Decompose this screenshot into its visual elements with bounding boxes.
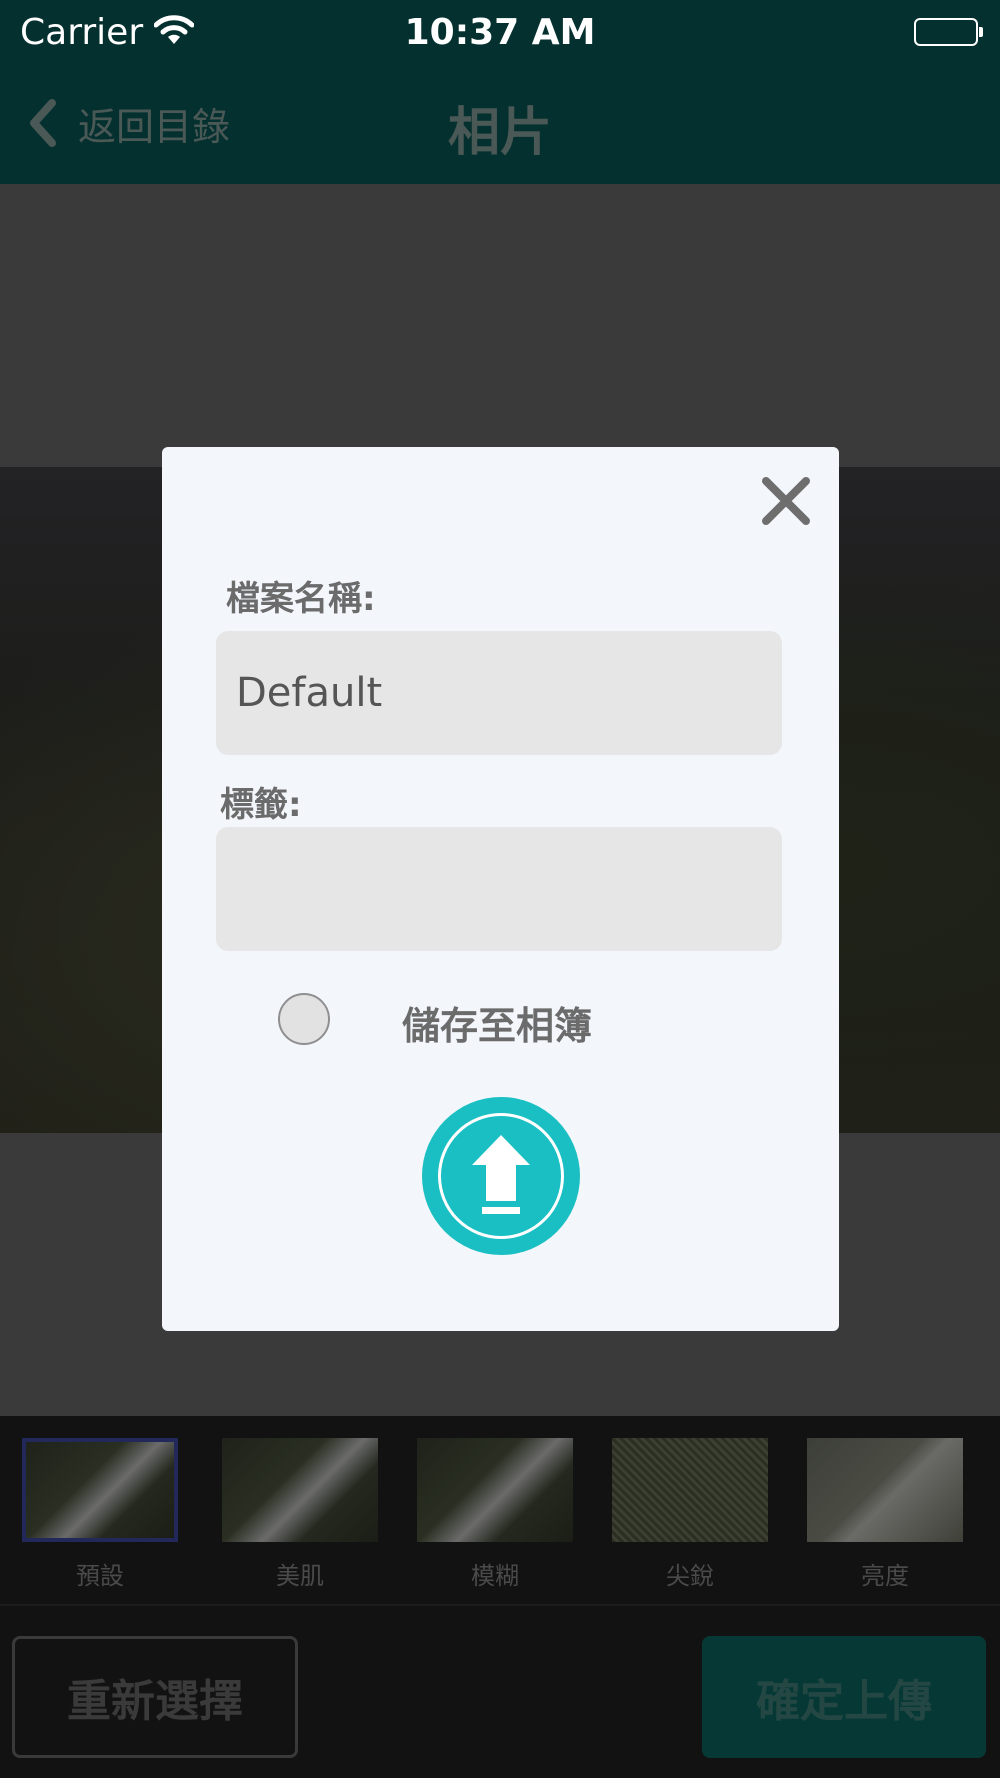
filter-thumbnail <box>417 1438 573 1542</box>
filename-input[interactable]: Default <box>216 631 782 755</box>
upload-dialog: 檔案名稱: Default 標籤: 儲存至相簿 <box>162 447 839 1331</box>
status-bar: Carrier 10:37 AM <box>0 0 1000 64</box>
filter-label: 亮度 <box>861 1562 909 1590</box>
upload-button[interactable] <box>422 1097 580 1255</box>
bottom-bar: 重新選擇 確定上傳 <box>0 1606 1000 1778</box>
filter-item-default[interactable]: 預設 <box>22 1438 178 1591</box>
confirm-upload-button[interactable]: 確定上傳 <box>702 1636 986 1758</box>
filter-label: 美肌 <box>276 1562 324 1590</box>
filter-thumbnail <box>222 1438 378 1542</box>
reselect-button[interactable]: 重新選擇 <box>12 1636 298 1758</box>
page-title: 相片 <box>447 103 552 163</box>
filter-item-beauty[interactable]: 美肌 <box>222 1438 378 1591</box>
filter-thumbnail <box>612 1438 768 1542</box>
filename-label: 檔案名稱: <box>226 579 376 619</box>
upload-arrow-icon <box>472 1135 530 1214</box>
filter-label: 模糊 <box>471 1562 519 1590</box>
filter-label: 尖銳 <box>666 1562 714 1590</box>
status-time: 10:37 AM <box>404 12 596 53</box>
battery-icon <box>914 18 983 46</box>
filter-item-sharpen[interactable]: 尖銳 <box>612 1438 768 1591</box>
filter-strip: 預設 美肌 模糊 尖銳 亮度 <box>0 1416 1000 1604</box>
filter-thumbnail <box>22 1438 178 1542</box>
tags-label: 標籤: <box>220 785 302 825</box>
filter-thumbnail <box>807 1438 963 1542</box>
filter-label: 預設 <box>76 1562 124 1590</box>
nav-bar: 返回目錄 相片 <box>0 64 1000 184</box>
close-icon[interactable] <box>756 471 816 531</box>
save-to-album-label: 儲存至相簿 <box>402 1004 593 1048</box>
filter-item-brightness[interactable]: 亮度 <box>807 1438 963 1591</box>
tags-input[interactable] <box>216 827 782 951</box>
filter-item-blur[interactable]: 模糊 <box>417 1438 573 1591</box>
save-to-album-radio[interactable] <box>278 993 330 1045</box>
